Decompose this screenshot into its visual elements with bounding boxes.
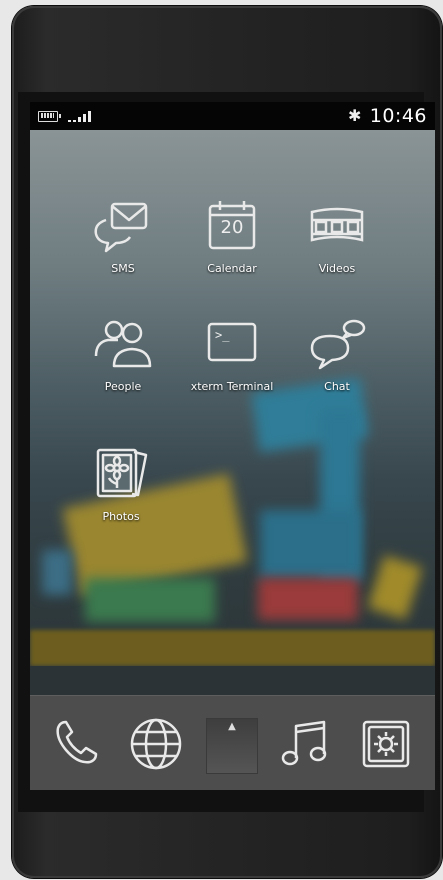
wallpaper-creature-blue-body	[260, 510, 360, 580]
app-label: Chat	[324, 380, 350, 393]
terminal-prompt: >_	[215, 328, 230, 342]
app-sms[interactable]: SMS	[68, 198, 178, 275]
wallpaper-phone-yellow	[367, 555, 423, 620]
chevron-up-icon: ▲	[228, 721, 236, 732]
sms-icon	[88, 198, 158, 258]
app-chat[interactable]: Chat	[282, 316, 392, 393]
wallpaper-ground	[30, 630, 435, 666]
calendar-icon: 20	[197, 198, 267, 258]
app-calendar[interactable]: 20 Calendar	[177, 198, 287, 275]
terminal-icon: >_	[197, 316, 267, 376]
app-label: Calendar	[207, 262, 257, 275]
people-icon	[88, 316, 158, 376]
wallpaper-floor	[30, 666, 435, 695]
globe-icon[interactable]	[126, 714, 186, 774]
app-drawer-handle[interactable]: ▲	[206, 718, 258, 774]
chat-bubbles-icon	[302, 316, 372, 376]
clock: 10:46	[369, 105, 427, 127]
signal-icon	[68, 110, 102, 122]
photos-icon	[86, 446, 156, 506]
status-bar: ✱ 10:46	[30, 102, 435, 130]
app-people[interactable]: People	[68, 316, 178, 393]
app-label: Videos	[318, 262, 356, 275]
battery-icon	[38, 111, 61, 122]
app-photos[interactable]: Photos	[66, 446, 176, 523]
app-videos[interactable]: Videos	[282, 198, 392, 275]
calendar-day: 20	[220, 217, 244, 238]
film-icon	[302, 198, 372, 258]
phone-icon[interactable]	[48, 714, 108, 774]
app-xterm-terminal[interactable]: >_ xterm Terminal	[177, 316, 287, 393]
bluetooth-icon: ✱	[348, 106, 362, 125]
app-label: xterm Terminal	[190, 380, 274, 393]
dock: ▲	[30, 695, 435, 790]
settings-icon[interactable]	[356, 714, 416, 774]
wallpaper-creature-green-pants	[85, 578, 215, 622]
app-label: SMS	[111, 262, 135, 275]
app-label: People	[104, 380, 142, 393]
home-screen: SMS 20 Calendar Videos People >_ xterm T…	[30, 130, 435, 695]
music-icon[interactable]	[276, 714, 336, 774]
wallpaper-phone-blue	[42, 550, 72, 595]
app-label: Photos	[102, 510, 140, 523]
wallpaper-creature-red-pants	[258, 578, 358, 620]
